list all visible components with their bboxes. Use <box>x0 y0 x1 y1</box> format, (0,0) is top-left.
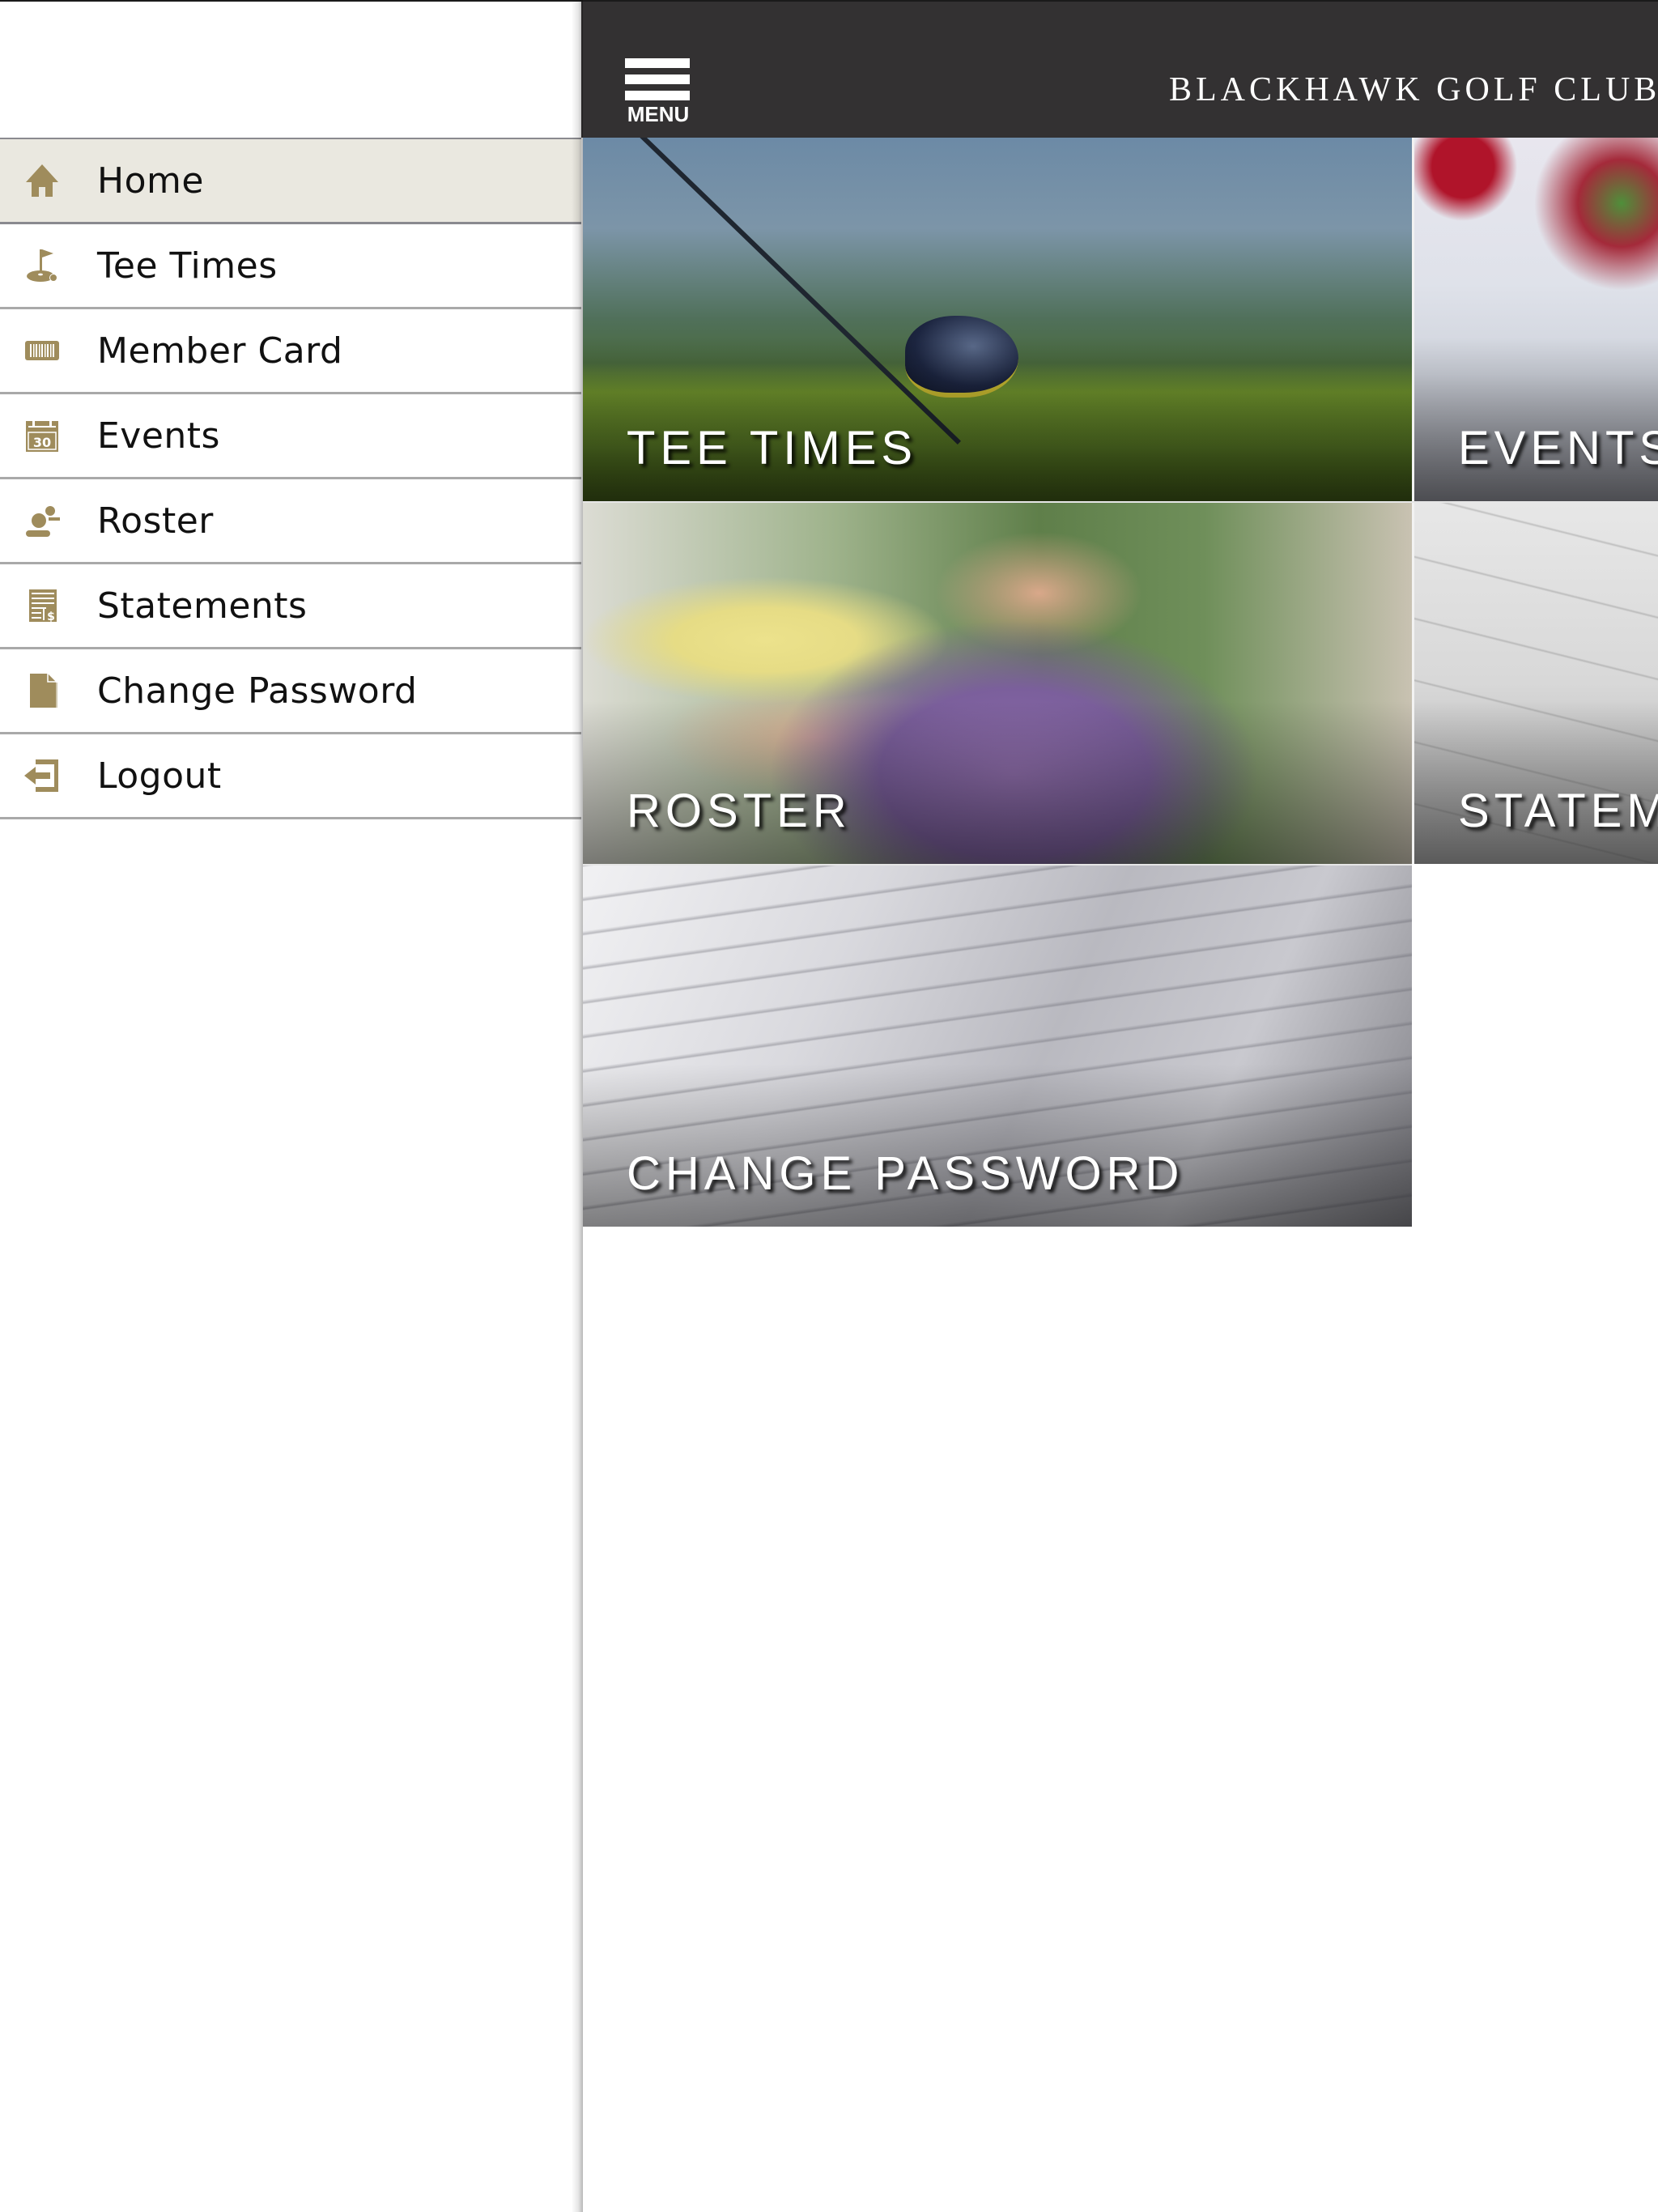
sidebar-item-label: Statements <box>97 585 308 627</box>
tile-label: ROSTER <box>627 785 852 837</box>
statement-icon: $ <box>23 586 62 625</box>
app-header: MENU BLACKHAWK GOLF CLUB <box>581 0 1658 138</box>
calendar-day: 30 <box>33 435 51 450</box>
document-icon <box>23 671 62 710</box>
club-title: BLACKHAWK GOLF CLUB <box>1169 71 1658 108</box>
drawer-header <box>0 2 581 139</box>
sidebar-item-events[interactable]: 30 Events <box>0 394 581 479</box>
sidebar-item-label: Roster <box>97 500 214 542</box>
sidebar-item-home[interactable]: Home <box>0 139 581 224</box>
tile-divider <box>583 864 1412 866</box>
golf-flag-icon <box>23 246 62 285</box>
people-icon <box>23 501 62 540</box>
hamburger-bar <box>625 74 690 84</box>
tile-label: TEE TIMES <box>627 422 918 474</box>
tile-label: CHANGE PASSWORD <box>627 1147 1184 1200</box>
sidebar-item-statements[interactable]: $ Statements <box>0 564 581 649</box>
sidebar-item-label: Member Card <box>97 330 343 372</box>
tile-tee-times[interactable]: TEE TIMES <box>583 138 1412 501</box>
drawer-shadow <box>572 0 583 2212</box>
hamburger-bar <box>625 58 690 68</box>
calendar-icon: 30 <box>23 416 62 455</box>
menu-list: Home Tee Times Member Card 30 Events Ros… <box>0 139 581 819</box>
tile-events[interactable]: EVENTS <box>1414 138 1658 501</box>
tile-statements[interactable]: STATEM <box>1414 503 1658 864</box>
sidebar-item-label: Events <box>97 415 220 457</box>
menu-label: MENU <box>627 102 690 126</box>
tile-divider <box>583 501 1658 503</box>
home-icon <box>23 161 62 200</box>
svg-text:$: $ <box>47 610 55 623</box>
tile-label: STATEM <box>1458 785 1658 837</box>
sidebar-item-roster[interactable]: Roster <box>0 479 581 564</box>
hamburger-bar <box>625 91 690 100</box>
navigation-drawer: Home Tee Times Member Card 30 Events Ros… <box>0 0 581 2212</box>
sidebar-item-change-password[interactable]: Change Password <box>0 649 581 734</box>
menu-button[interactable]: MENU <box>625 58 691 130</box>
barcode-card-icon <box>23 331 62 370</box>
sidebar-item-label: Logout <box>97 755 222 797</box>
logout-icon <box>23 756 62 795</box>
sidebar-item-label: Tee Times <box>97 245 278 287</box>
tile-label: EVENTS <box>1458 422 1658 474</box>
sidebar-item-logout[interactable]: Logout <box>0 734 581 819</box>
sidebar-item-label: Change Password <box>97 670 418 712</box>
sidebar-item-tee-times[interactable]: Tee Times <box>0 224 581 309</box>
tile-change-password[interactable]: CHANGE PASSWORD <box>583 866 1412 1227</box>
sidebar-item-member-card[interactable]: Member Card <box>0 309 581 394</box>
tile-roster[interactable]: ROSTER <box>583 503 1412 864</box>
sidebar-item-label: Home <box>97 160 204 202</box>
